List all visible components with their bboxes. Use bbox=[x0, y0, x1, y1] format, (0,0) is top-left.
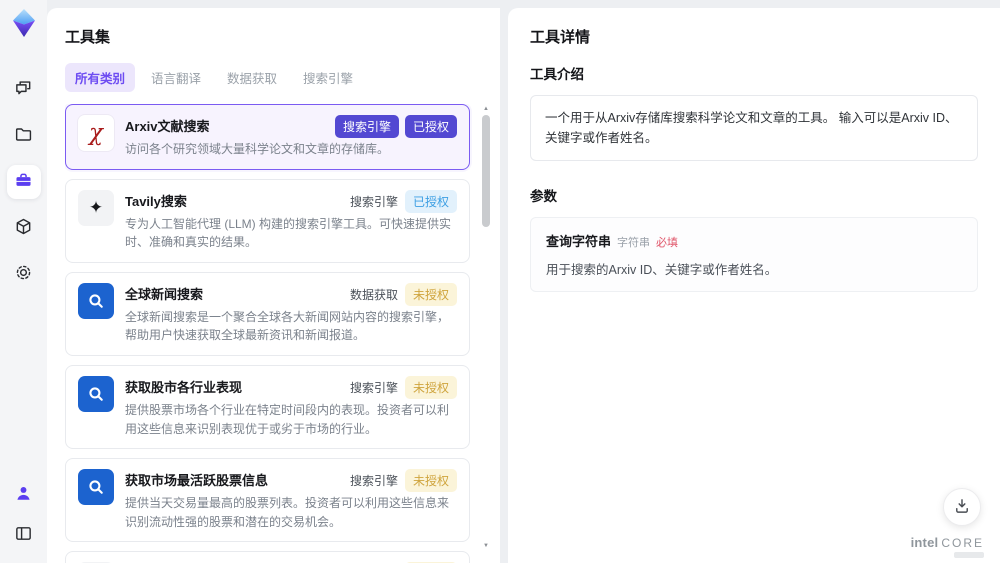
category-badge: 搜索引擎 bbox=[334, 115, 399, 138]
tool-name: 获取市场最活跃股票信息 bbox=[125, 473, 269, 489]
tool-card-3[interactable]: 获取股市各行业表现提供股票市场各个行业在特定时间段内的表现。投资者可以利用这些信… bbox=[65, 364, 470, 450]
page-title: 工具集 bbox=[65, 29, 111, 46]
auth-status-badge: 未授权 bbox=[404, 282, 457, 306]
tools-panel: 工具集 所有类别 语言翻译 数据获取 搜索引擎 χ Arxiv文献搜索 访问各个研究领域大… bbox=[47, 8, 500, 563]
tool-detail-panel: 工具详情 工具介绍 一个用于从Arxiv存储库搜索科学论文和文章的工具。 输入可… bbox=[508, 8, 1000, 563]
scroll-up-arrow-icon[interactable]: ▲ bbox=[483, 106, 489, 112]
sidebar-rail bbox=[0, 0, 47, 563]
params-heading: 参数 bbox=[530, 189, 557, 204]
cube-icon bbox=[14, 217, 33, 239]
app-logo bbox=[11, 8, 37, 43]
user-avatar-button[interactable] bbox=[7, 478, 41, 512]
search-blue-icon bbox=[78, 469, 114, 506]
folder-icon bbox=[14, 125, 33, 147]
tool-name: Tavily搜索 bbox=[125, 193, 187, 209]
category-tabs: 所有类别 语言翻译 数据获取 搜索引擎 bbox=[65, 63, 500, 92]
tab-category-3[interactable]: 搜索引擎 bbox=[293, 63, 363, 92]
tool-description: 专为人工智能代理 (LLM) 构建的搜索引擎工具。可快速提供实时、准确和真实的结… bbox=[125, 216, 452, 250]
param-type: 字符串 bbox=[617, 237, 651, 249]
toolbox-icon bbox=[14, 171, 33, 193]
intro-heading: 工具介绍 bbox=[530, 67, 584, 82]
tool-name: 获取股市各行业表现 bbox=[125, 379, 243, 395]
category-badge: 搜索引擎 bbox=[349, 380, 398, 395]
scroll-down-arrow-icon[interactable]: ▼ bbox=[483, 543, 489, 549]
search-blue-icon bbox=[78, 282, 114, 319]
sidebar-item-packages[interactable] bbox=[7, 211, 41, 245]
search-blue-icon bbox=[78, 375, 114, 412]
user-icon bbox=[14, 484, 33, 506]
download-button[interactable] bbox=[943, 488, 981, 526]
param-description: 用于搜索的Arxiv ID、关键字或作者姓名。 bbox=[546, 263, 778, 277]
detail-title: 工具详情 bbox=[530, 29, 591, 46]
tool-badges: 搜索引擎 已授权 bbox=[349, 189, 457, 213]
tool-card-5[interactable]: 万维地区新闻查询查询具体行政区划内的新闻，快速了解各地新闻动搜索引擎未授权 bbox=[65, 551, 470, 563]
auth-status-badge: 未授权 bbox=[404, 375, 457, 399]
tool-description: 提供当天交易量最高的股票列表。投资者可以利用这些信息来识别流动性强的股票和潜在的… bbox=[125, 496, 450, 529]
tool-badges: 搜索引擎 已授权 bbox=[334, 115, 457, 138]
tool-badges: 数据获取 未授权 bbox=[349, 282, 457, 306]
arxiv-icon: χ bbox=[78, 115, 114, 151]
param-card-0: 查询字符串 字符串 必填用于搜索的Arxiv ID、关键字或作者姓名。 bbox=[530, 217, 978, 292]
tool-card-0[interactable]: χ Arxiv文献搜索访问各个研究领域大量科学论文和文章的存储库。 搜索引擎 已授权 bbox=[65, 104, 470, 170]
tool-description: 提供股票市场各个行业在特定时间段内的表现。投资者可以利用这些信息来识别表现优于或… bbox=[125, 402, 450, 436]
tool-card-1[interactable]: ✦ Tavily搜索专为人工智能代理 (LLM) 构建的搜索引擎工具。可快速提供实… bbox=[65, 178, 470, 263]
category-badge: 数据获取 bbox=[349, 287, 398, 302]
tool-list: χ Arxiv文献搜索 访问各个研究领域大量科学论文和文章的存储库。 搜索引擎 已授权 ✦… bbox=[65, 104, 500, 563]
tool-intro-text: 一个用于从Arxiv存储库搜索科学论文和文章的工具。 输入可以是Arxiv ID… bbox=[545, 111, 958, 145]
intel-core-logo: intel CORE bbox=[911, 535, 984, 550]
brand-core: CORE bbox=[941, 536, 984, 550]
auth-status-badge: 已授权 bbox=[404, 189, 457, 213]
tool-name: Arxiv文献搜索 bbox=[125, 119, 210, 134]
tool-name: 全球新闻搜索 bbox=[125, 286, 204, 302]
sidebar-bottom bbox=[7, 475, 41, 555]
collapse-panel-button[interactable] bbox=[7, 518, 41, 552]
tool-intro-box: 一个用于从Arxiv存储库搜索科学论文和文章的工具。 输入可以是Arxiv ID… bbox=[530, 95, 978, 161]
tool-description: 全球新闻搜索是一个聚合全球各大新闻网站内容的搜索引擎，帮助用户快速获取全球最新资… bbox=[125, 309, 450, 343]
tool-card-2[interactable]: 全球新闻搜索全球新闻搜索是一个聚合全球各大新闻网站内容的搜索引擎，帮助用户快速获… bbox=[65, 271, 470, 356]
category-badge: 搜索引擎 bbox=[349, 474, 398, 489]
download-icon bbox=[953, 497, 971, 518]
tool-card-4[interactable]: 获取市场最活跃股票信息提供当天交易量最高的股票列表。投资者可以利用这些信息来识别… bbox=[65, 458, 470, 543]
brand-intel: intel bbox=[910, 535, 939, 550]
tab-category-2[interactable]: 数据获取 bbox=[217, 63, 287, 92]
tab-category-0[interactable]: 所有类别 bbox=[65, 63, 136, 92]
gear-icon bbox=[14, 263, 33, 285]
tool-badges: 搜索引擎未授权 bbox=[349, 375, 457, 399]
auth-status-badge: 未授权 bbox=[404, 469, 457, 493]
chat-icon bbox=[14, 79, 33, 101]
category-badge: 搜索引擎 bbox=[349, 194, 398, 209]
brand-sub-badge bbox=[954, 552, 984, 558]
param-name: 查询字符串 bbox=[546, 234, 612, 249]
auth-status-badge: 已授权 bbox=[404, 115, 457, 138]
scrollbar-thumb[interactable] bbox=[482, 115, 490, 227]
sidebar-item-files[interactable] bbox=[7, 119, 41, 153]
sidebar-item-tools[interactable] bbox=[6, 165, 41, 199]
panel-toggle-icon bbox=[14, 524, 33, 546]
tab-category-1[interactable]: 语言翻译 bbox=[141, 63, 211, 92]
scrollbar[interactable]: ▲ ▼ bbox=[481, 106, 491, 549]
star-icon: ✦ bbox=[78, 189, 114, 226]
sidebar-item-settings[interactable] bbox=[7, 257, 41, 291]
sidebar-item-chat[interactable] bbox=[7, 73, 41, 107]
tool-description: 访问各个研究领域大量科学论文和文章的存储库。 bbox=[125, 142, 390, 156]
param-required-flag: 必填 bbox=[656, 237, 679, 249]
tool-badges: 搜索引擎未授权 bbox=[349, 469, 457, 493]
